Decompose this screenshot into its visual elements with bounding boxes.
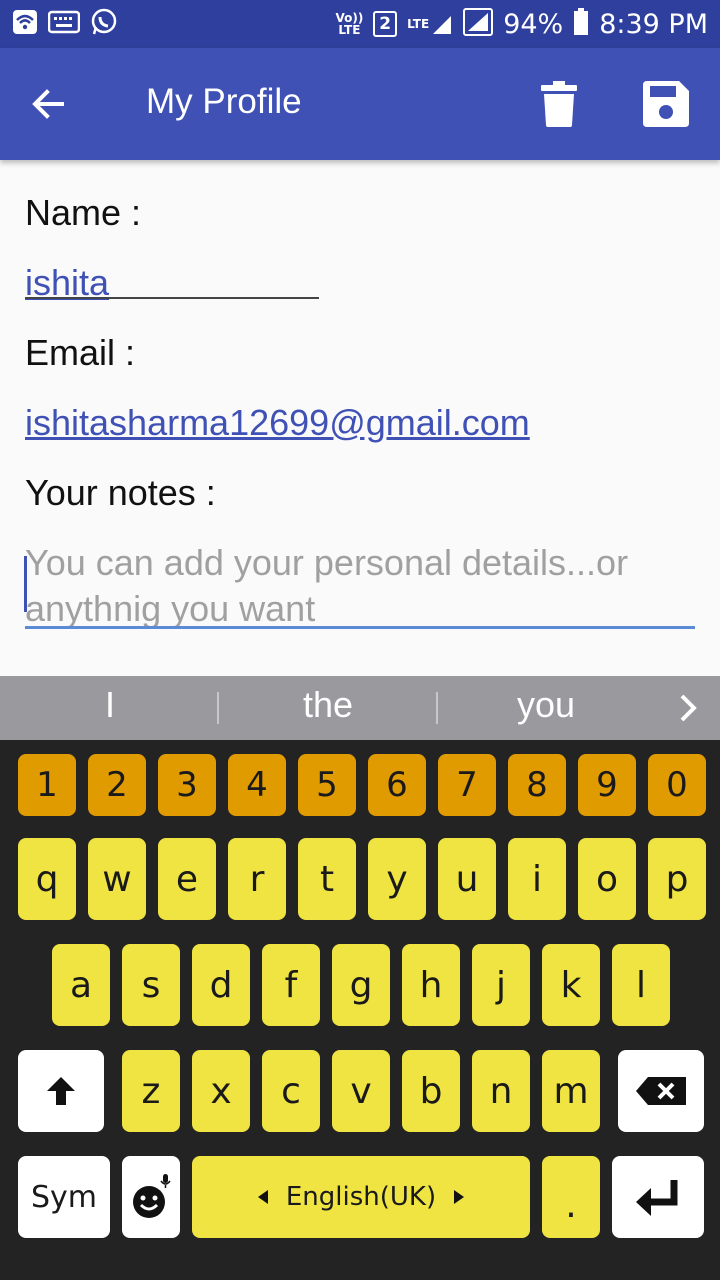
key-0[interactable]: 0 (648, 754, 706, 816)
volte-indicator: Vo)) LTE (335, 12, 363, 36)
emoji-icon (133, 1174, 171, 1218)
shift-key[interactable] (18, 1050, 104, 1132)
suggestion-2[interactable]: the (228, 684, 428, 726)
suggestion-1[interactable]: I (10, 684, 210, 726)
notes-underline (25, 626, 695, 629)
more-suggestions-button[interactable] (668, 686, 708, 730)
email-label: Email : (25, 332, 136, 373)
sim-indicator: 2 (373, 11, 398, 37)
whatsapp-icon (90, 8, 118, 40)
key-i[interactable]: i (508, 838, 566, 920)
backspace-key[interactable] (618, 1050, 704, 1132)
key-l[interactable]: l (612, 944, 670, 1026)
key-v[interactable]: v (332, 1050, 390, 1132)
email-value[interactable]: ishitasharma12699@gmail.com (25, 402, 530, 444)
sym-key[interactable]: Sym (18, 1156, 110, 1238)
name-label: Name : (25, 192, 142, 233)
lte-signal-icon: LTE (407, 12, 453, 36)
battery-percent: 94% (503, 8, 564, 40)
key-1[interactable]: 1 (18, 754, 76, 816)
signal-icon (463, 8, 494, 40)
emoji-key[interactable] (122, 1156, 180, 1238)
key-e[interactable]: e (158, 838, 216, 920)
key-m[interactable]: m (542, 1050, 600, 1132)
key-9[interactable]: 9 (578, 754, 636, 816)
key-g[interactable]: g (332, 944, 390, 1026)
space-key-label: English(UK) (285, 1182, 437, 1212)
backspace-icon (636, 1077, 686, 1105)
key-y[interactable]: y (368, 838, 426, 920)
caret-left-icon (257, 1190, 268, 1204)
key-4[interactable]: 4 (228, 754, 286, 816)
key-j[interactable]: j (472, 944, 530, 1026)
wifi-icon (12, 9, 38, 39)
status-right-icons: Vo)) LTE 2 LTE 94% 8:39 PM (335, 6, 708, 42)
key-t[interactable]: t (298, 838, 356, 920)
notes-label: Your notes : (25, 472, 216, 513)
key-6[interactable]: 6 (368, 754, 426, 816)
key-h[interactable]: h (402, 944, 460, 1026)
suggestion-bar: I the you (0, 676, 720, 740)
key-f[interactable]: f (262, 944, 320, 1026)
key-3[interactable]: 3 (158, 754, 216, 816)
key-a[interactable]: a (52, 944, 110, 1026)
chevron-right-icon (680, 694, 697, 722)
key-c[interactable]: c (262, 1050, 320, 1132)
suggestion-divider (436, 692, 438, 724)
delete-button[interactable] (532, 76, 586, 132)
back-button[interactable] (20, 78, 76, 130)
key-s[interactable]: s (122, 944, 180, 1026)
arrow-back-icon (32, 89, 64, 119)
keyboard: 1 2 3 4 5 6 7 8 9 0 q w e r t y u i o p … (0, 740, 720, 1280)
status-left-icons (12, 8, 118, 40)
key-r[interactable]: r (228, 838, 286, 920)
suggestion-3[interactable]: you (446, 684, 646, 726)
shift-arrow-icon (47, 1077, 75, 1105)
lte-text: LTE (407, 17, 430, 31)
text-cursor (24, 556, 27, 612)
save-icon (643, 81, 689, 127)
notes-placeholder: You can add your personal details...or a… (25, 542, 629, 629)
key-7[interactable]: 7 (438, 754, 496, 816)
key-p[interactable]: p (648, 838, 706, 920)
notes-input[interactable]: You can add your personal details...or a… (24, 540, 695, 630)
key-2[interactable]: 2 (88, 754, 146, 816)
suggestion-divider (217, 692, 219, 724)
key-u[interactable]: u (438, 838, 496, 920)
caret-right-icon (454, 1190, 465, 1204)
enter-icon (636, 1180, 678, 1216)
period-key[interactable]: . (542, 1156, 600, 1238)
save-button[interactable] (636, 76, 696, 132)
key-o[interactable]: o (578, 838, 636, 920)
key-5[interactable]: 5 (298, 754, 356, 816)
delete-icon (541, 81, 577, 127)
key-w[interactable]: w (88, 838, 146, 920)
page-title: My Profile (146, 82, 302, 121)
app-bar: My Profile (0, 48, 720, 160)
key-x[interactable]: x (192, 1050, 250, 1132)
battery-icon (573, 8, 589, 40)
key-q[interactable]: q (18, 838, 76, 920)
volte-bottom-text: LTE (338, 23, 361, 37)
keyboard-icon (47, 10, 81, 38)
key-8[interactable]: 8 (508, 754, 566, 816)
key-z[interactable]: z (122, 1050, 180, 1132)
name-underline (25, 297, 319, 299)
key-b[interactable]: b (402, 1050, 460, 1132)
space-key[interactable]: English(UK) (192, 1156, 530, 1238)
status-bar: Vo)) LTE 2 LTE 94% 8:39 PM (0, 0, 720, 48)
clock: 8:39 PM (599, 8, 708, 40)
key-n[interactable]: n (472, 1050, 530, 1132)
key-k[interactable]: k (542, 944, 600, 1026)
enter-key[interactable] (612, 1156, 704, 1238)
key-d[interactable]: d (192, 944, 250, 1026)
